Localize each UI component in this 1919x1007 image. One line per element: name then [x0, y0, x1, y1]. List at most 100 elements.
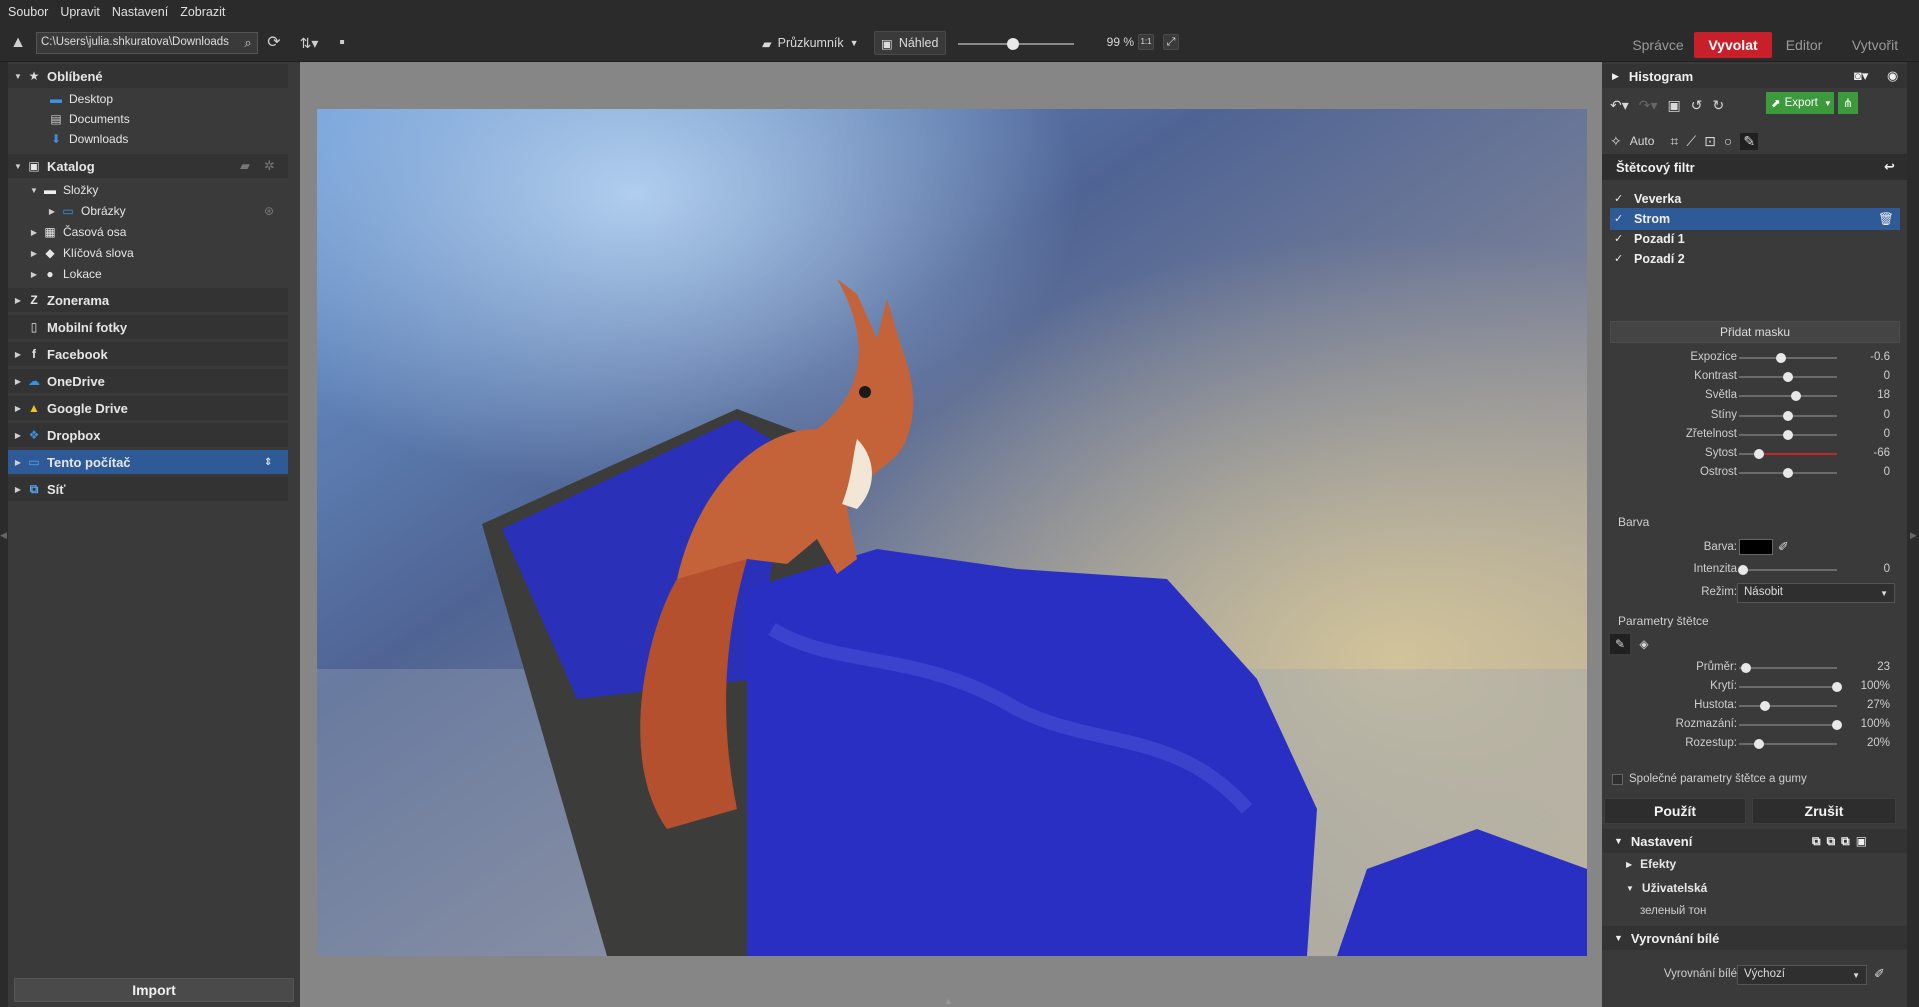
- slider-track[interactable]: [1739, 720, 1842, 730]
- user-preset-item[interactable]: зеленый тон: [1640, 905, 1706, 917]
- new-folder-icon[interactable]: ▪: [332, 33, 352, 53]
- mask-item-pozadi-2[interactable]: ✓ Pozadí 2: [1610, 248, 1900, 270]
- slider-track[interactable]: [1739, 372, 1837, 383]
- checkbox-icon[interactable]: ✓: [1614, 193, 1626, 205]
- adjust-slider[interactable]: Expozice -0.6: [1602, 348, 1907, 368]
- slider-knob[interactable]: [1753, 449, 1764, 459]
- histogram-header[interactable]: ▶ Histogram ◙▾ ◉: [1602, 64, 1907, 88]
- adjust-slider[interactable]: Kontrast 0: [1602, 367, 1907, 387]
- slider-track[interactable]: [1739, 663, 1837, 673]
- adjust-slider[interactable]: Světla 18: [1602, 386, 1907, 406]
- zoom-slider-knob[interactable]: [1006, 38, 1019, 50]
- slider-knob[interactable]: [1760, 701, 1771, 711]
- adjust-slider[interactable]: Krytí: 100%: [1602, 677, 1907, 697]
- slider-knob[interactable]: [1832, 720, 1842, 730]
- tree-mobile-photos[interactable]: ▯ Mobilní fotky: [8, 315, 288, 339]
- fit-screen-button[interactable]: ⤢: [1163, 34, 1179, 50]
- collapse-left-icon[interactable]: ◀: [0, 530, 7, 541]
- menu-nastaveni[interactable]: Nastavení: [112, 5, 168, 19]
- folder-up-icon[interactable]: ▲: [8, 33, 28, 53]
- mode-select[interactable]: Násobit ▼: [1737, 583, 1895, 603]
- target-icon[interactable]: ◉: [1887, 68, 1898, 84]
- text-icon[interactable]: ⊡: [1704, 133, 1716, 150]
- preview-button[interactable]: ▣ Náhled: [874, 31, 946, 55]
- white-balance-select[interactable]: Výchozí ▼: [1737, 965, 1867, 985]
- sync-icon[interactable]: ⊛: [264, 204, 274, 218]
- color-swatch[interactable]: [1739, 539, 1773, 555]
- adjust-slider[interactable]: Rozmazání: 100%: [1602, 715, 1907, 735]
- adjust-slider[interactable]: Rozestup: 20%: [1602, 734, 1907, 754]
- trash-icon[interactable]: 🗑: [1878, 212, 1894, 227]
- tree-google-drive[interactable]: ▶ ▲ Google Drive: [8, 396, 288, 420]
- tree-item-documents[interactable]: ▤ Documents: [8, 109, 288, 129]
- brush-tool-icon[interactable]: ✎: [1740, 132, 1759, 150]
- browser-dropdown[interactable]: ▰ Průzkumník ▼: [762, 33, 859, 53]
- tree-favorites[interactable]: ▼ ★ Oblíbené: [8, 64, 288, 88]
- menu-upravit[interactable]: Upravit: [60, 5, 100, 19]
- tree-onedrive[interactable]: ▶ ☁ OneDrive: [8, 369, 288, 393]
- reset-icon[interactable]: ↩: [1884, 159, 1895, 175]
- slider-track[interactable]: [1739, 701, 1837, 711]
- redo-icon[interactable]: ↷▾: [1639, 97, 1658, 114]
- mask-item-veverka[interactable]: ✓ Veverka: [1610, 188, 1900, 210]
- undo-icon[interactable]: ↶▾: [1610, 97, 1629, 114]
- tree-item-keywords[interactable]: ▶ ◆ Klíčová slova: [8, 243, 288, 263]
- slider-knob[interactable]: [1783, 468, 1793, 479]
- slider-track[interactable]: [1739, 449, 1837, 459]
- reorder-icon[interactable]: ⇕: [264, 457, 272, 468]
- share-button[interactable]: ⋔: [1838, 92, 1858, 114]
- tree-facebook[interactable]: ▶ f Facebook: [8, 342, 288, 366]
- tab-spravce[interactable]: Správce: [1626, 32, 1690, 58]
- auto-button[interactable]: Auto: [1630, 134, 1655, 148]
- slider-track[interactable]: [1739, 391, 1837, 402]
- slider-knob[interactable]: [1753, 739, 1764, 749]
- tab-editor[interactable]: Editor: [1776, 32, 1832, 58]
- rotate-left-icon[interactable]: ↺: [1691, 97, 1703, 114]
- camera-icon[interactable]: ◙▾: [1854, 68, 1868, 84]
- perspective-icon[interactable]: ⟋: [1686, 133, 1696, 150]
- gear-icon[interactable]: ✲: [264, 158, 275, 174]
- tree-item-desktop[interactable]: ▬ Desktop: [8, 89, 288, 109]
- eyedropper-icon[interactable]: ✐: [1778, 539, 1789, 555]
- tree-network[interactable]: ▶ ⧉ Síť: [8, 477, 288, 501]
- collapse-right-icon[interactable]: ▶: [1910, 530, 1917, 541]
- checkbox-box[interactable]: [1612, 773, 1623, 785]
- collapse-bottom-icon[interactable]: ▲: [944, 996, 953, 1006]
- white-balance-header[interactable]: ▼ Vyrovnání bílé: [1602, 926, 1907, 950]
- slider-knob[interactable]: [1737, 565, 1748, 575]
- menu-zobrazit[interactable]: Zobrazit: [180, 5, 225, 19]
- rotate-right-icon[interactable]: ↻: [1713, 97, 1725, 114]
- adjust-slider[interactable]: Ostrost 0: [1602, 463, 1907, 483]
- slider-knob[interactable]: [1783, 410, 1793, 421]
- add-folder-icon[interactable]: ▰: [240, 158, 250, 174]
- user-presets-item[interactable]: ▼ Uživatelská: [1626, 881, 1707, 895]
- zoom-slider[interactable]: [958, 38, 1074, 50]
- slider-knob[interactable]: [1783, 372, 1793, 383]
- search-icon[interactable]: ⌕: [238, 33, 258, 53]
- tree-item-downloads[interactable]: ⬇ Downloads: [8, 129, 288, 149]
- export-button[interactable]: ⬈ Export ▼: [1766, 92, 1834, 114]
- effects-item[interactable]: ▶ Efekty: [1626, 857, 1676, 871]
- checkbox-icon[interactable]: ✓: [1614, 253, 1626, 265]
- checkbox-icon[interactable]: ✓: [1614, 233, 1626, 245]
- adjust-slider[interactable]: Stíny 0: [1602, 406, 1907, 426]
- tree-item-folders[interactable]: ▼ ▬ Složky: [8, 180, 288, 200]
- tab-vyvolat[interactable]: Vyvolat: [1694, 32, 1772, 58]
- tree-this-pc[interactable]: ▶ ▭ Tento počítač ⇕: [8, 450, 288, 474]
- slider-track[interactable]: [1739, 410, 1837, 421]
- shared-params-checkbox[interactable]: Společné parametry štětce a gumy: [1612, 773, 1807, 785]
- tree-catalog[interactable]: ▼ ▣ Katalog ▰ ✲: [8, 154, 288, 178]
- slider-track[interactable]: [1739, 682, 1842, 692]
- slider-knob[interactable]: [1832, 682, 1842, 692]
- actual-size-button[interactable]: 1:1: [1138, 34, 1154, 50]
- mask-item-strom[interactable]: ✓ Strom 🗑: [1610, 208, 1900, 230]
- apply-button[interactable]: Použít: [1604, 798, 1746, 824]
- intensity-slider[interactable]: Intenzita 0: [1602, 560, 1907, 580]
- preset-tools-icon[interactable]: ⧉⧉⧉▣: [1812, 834, 1873, 849]
- image-icon[interactable]: ▣: [1668, 97, 1681, 114]
- adjust-slider[interactable]: Zřetelnost 0: [1602, 425, 1907, 445]
- slider-knob[interactable]: [1740, 663, 1751, 673]
- slider-track[interactable]: [1739, 739, 1837, 749]
- menu-soubor[interactable]: Soubor: [8, 5, 48, 19]
- photo-preview[interactable]: [317, 109, 1587, 956]
